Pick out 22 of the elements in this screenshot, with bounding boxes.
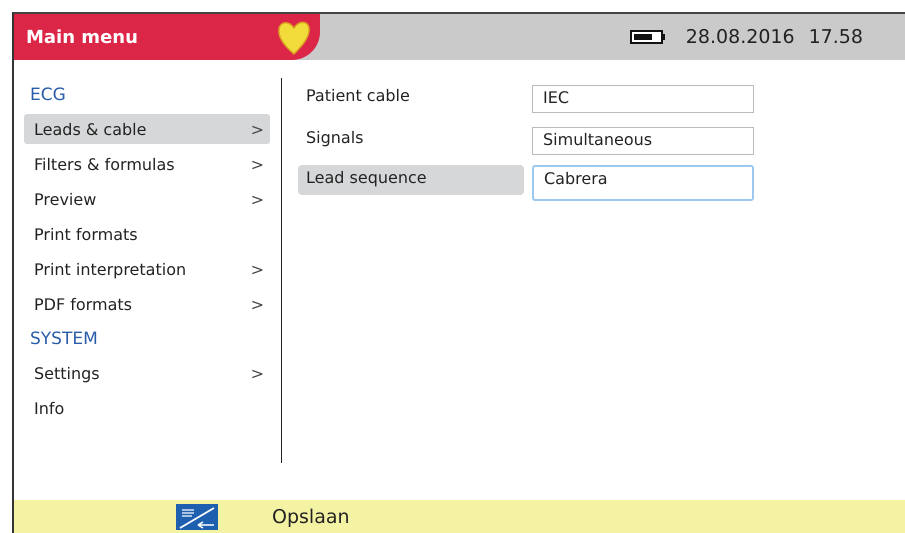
menu-item[interactable]: Filters & formulas > [24,149,270,179]
save-action-label[interactable]: Opslaan [272,506,350,528]
menu-item[interactable]: Info [24,393,270,423]
setting-value-field[interactable]: Cabrera [532,165,754,201]
setting-label: Patient cable [305,85,411,107]
menu-item[interactable]: Preview > [24,184,270,214]
setting-value-field[interactable]: Simultaneous [532,127,754,155]
time-text: 17.58 [808,26,863,48]
menu-item[interactable]: Settings > [24,358,270,388]
setting-label: Lead sequence [298,165,524,195]
setting-label: Signals [305,127,364,149]
save-icon[interactable] [176,504,218,530]
date-text: 28.08.2016 [686,26,795,48]
menu-section-heading: SYSTEM [29,328,99,351]
menu-item[interactable]: PDF formats > [24,289,270,319]
menu-section-heading: ECG [29,84,67,107]
menu-item[interactable]: Print interpretation > [24,254,270,284]
window-title: Main menu [26,26,139,48]
menu-item[interactable]: Print formats [24,219,270,249]
battery-icon [630,30,666,44]
setting-value-field[interactable]: IEC [532,85,754,113]
menu-item[interactable]: Leads & cable > [24,114,270,144]
